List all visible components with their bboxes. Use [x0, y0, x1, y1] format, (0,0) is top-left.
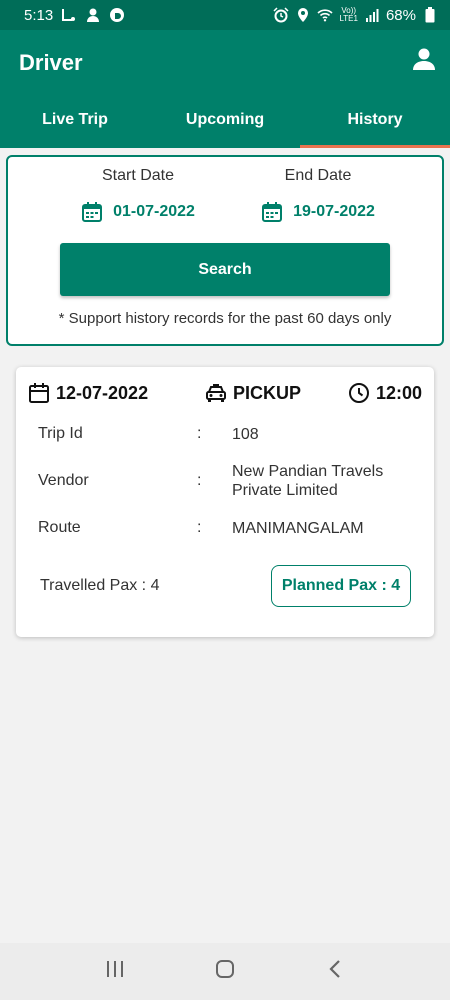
end-date-label: End Date: [284, 167, 352, 184]
trip-header: 12-07-2022 PICKUP 12:00: [28, 379, 422, 407]
network-label: Vo)) LTE1: [339, 6, 358, 23]
calendar-icon: [81, 201, 103, 223]
start-date-picker[interactable]: 01-07-2022: [38, 201, 238, 223]
travelled-pax: Travelled Pax : 4: [40, 577, 160, 594]
wifi-icon: [317, 7, 333, 23]
battery-icon: [422, 7, 438, 23]
calendar-icon: [261, 201, 283, 223]
home-icon: [215, 959, 235, 984]
trip-date: 12-07-2022: [28, 382, 148, 404]
back-button[interactable]: [320, 957, 350, 987]
battery-percent: 68%: [385, 6, 416, 24]
search-button[interactable]: Search: [60, 243, 390, 296]
tab-upcoming[interactable]: Upcoming: [150, 92, 300, 148]
trip-type: PICKUP: [205, 382, 301, 404]
status-bar: 5:13 Vo)) LTE1 68%: [0, 0, 450, 30]
trip-time: 12:00: [348, 382, 422, 404]
support-note: * Support history records for the past 6…: [58, 310, 392, 327]
page-title: Driver: [19, 50, 83, 75]
tab-live-trip[interactable]: Live Trip: [0, 92, 150, 148]
tab-label: Upcoming: [185, 111, 265, 128]
back-icon: [328, 959, 342, 984]
recent-apps-button[interactable]: [100, 957, 130, 987]
taxi-icon: [205, 382, 227, 404]
alarm-icon: [273, 7, 289, 23]
signal-icon: [364, 7, 380, 23]
end-date-picker[interactable]: 19-07-2022: [218, 201, 418, 223]
tab-bar: Live Trip Upcoming History: [0, 92, 450, 148]
clock-icon: [348, 382, 370, 404]
end-date-value: 19-07-2022: [293, 203, 375, 220]
location-icon: [295, 7, 311, 23]
info-value: New Pandian Travels Private Limited: [232, 463, 384, 499]
info-value: MANIMANGALAM: [232, 520, 364, 537]
planned-pax-badge: Planned Pax : 4: [271, 565, 411, 607]
info-label: Route: [38, 519, 81, 536]
start-date-group: Start Date 01-07-2022: [38, 167, 238, 223]
info-colon: :: [197, 425, 202, 442]
person-icon: [412, 48, 436, 75]
start-date-value: 01-07-2022: [113, 203, 195, 220]
info-label: Vendor: [38, 472, 89, 489]
end-date-group: End Date 19-07-2022: [218, 167, 418, 223]
start-date-label: Start Date: [101, 167, 175, 184]
info-value: 108: [232, 426, 259, 443]
info-colon: :: [197, 519, 202, 536]
trip-type-text: PICKUP: [233, 382, 302, 403]
tab-history[interactable]: History: [300, 92, 450, 148]
notification-icon: [61, 7, 77, 23]
info-label: Trip Id: [38, 425, 83, 442]
info-colon: :: [197, 472, 202, 489]
home-button[interactable]: [210, 957, 240, 987]
app-bar: Driver Live Trip Upcoming History: [0, 30, 450, 148]
system-nav-bar: [0, 943, 450, 1000]
calendar-outline-icon: [28, 382, 50, 404]
recent-apps-icon: [105, 960, 125, 983]
date-filter-card: Start Date 01-07-2022 End Date 19-07-202…: [6, 155, 444, 346]
trip-date-text: 12-07-2022: [56, 382, 149, 403]
tab-label: History: [347, 111, 403, 128]
trip-card[interactable]: 12-07-2022 PICKUP 12:00 Trip Id : 108 Ve…: [16, 367, 434, 637]
app-icon: [109, 7, 125, 23]
profile-button[interactable]: [412, 47, 436, 73]
trip-time-text: 12:00: [375, 382, 422, 403]
avatar-icon: [85, 7, 101, 23]
tab-label: Live Trip: [42, 111, 108, 128]
status-time: 5:13: [24, 6, 54, 24]
